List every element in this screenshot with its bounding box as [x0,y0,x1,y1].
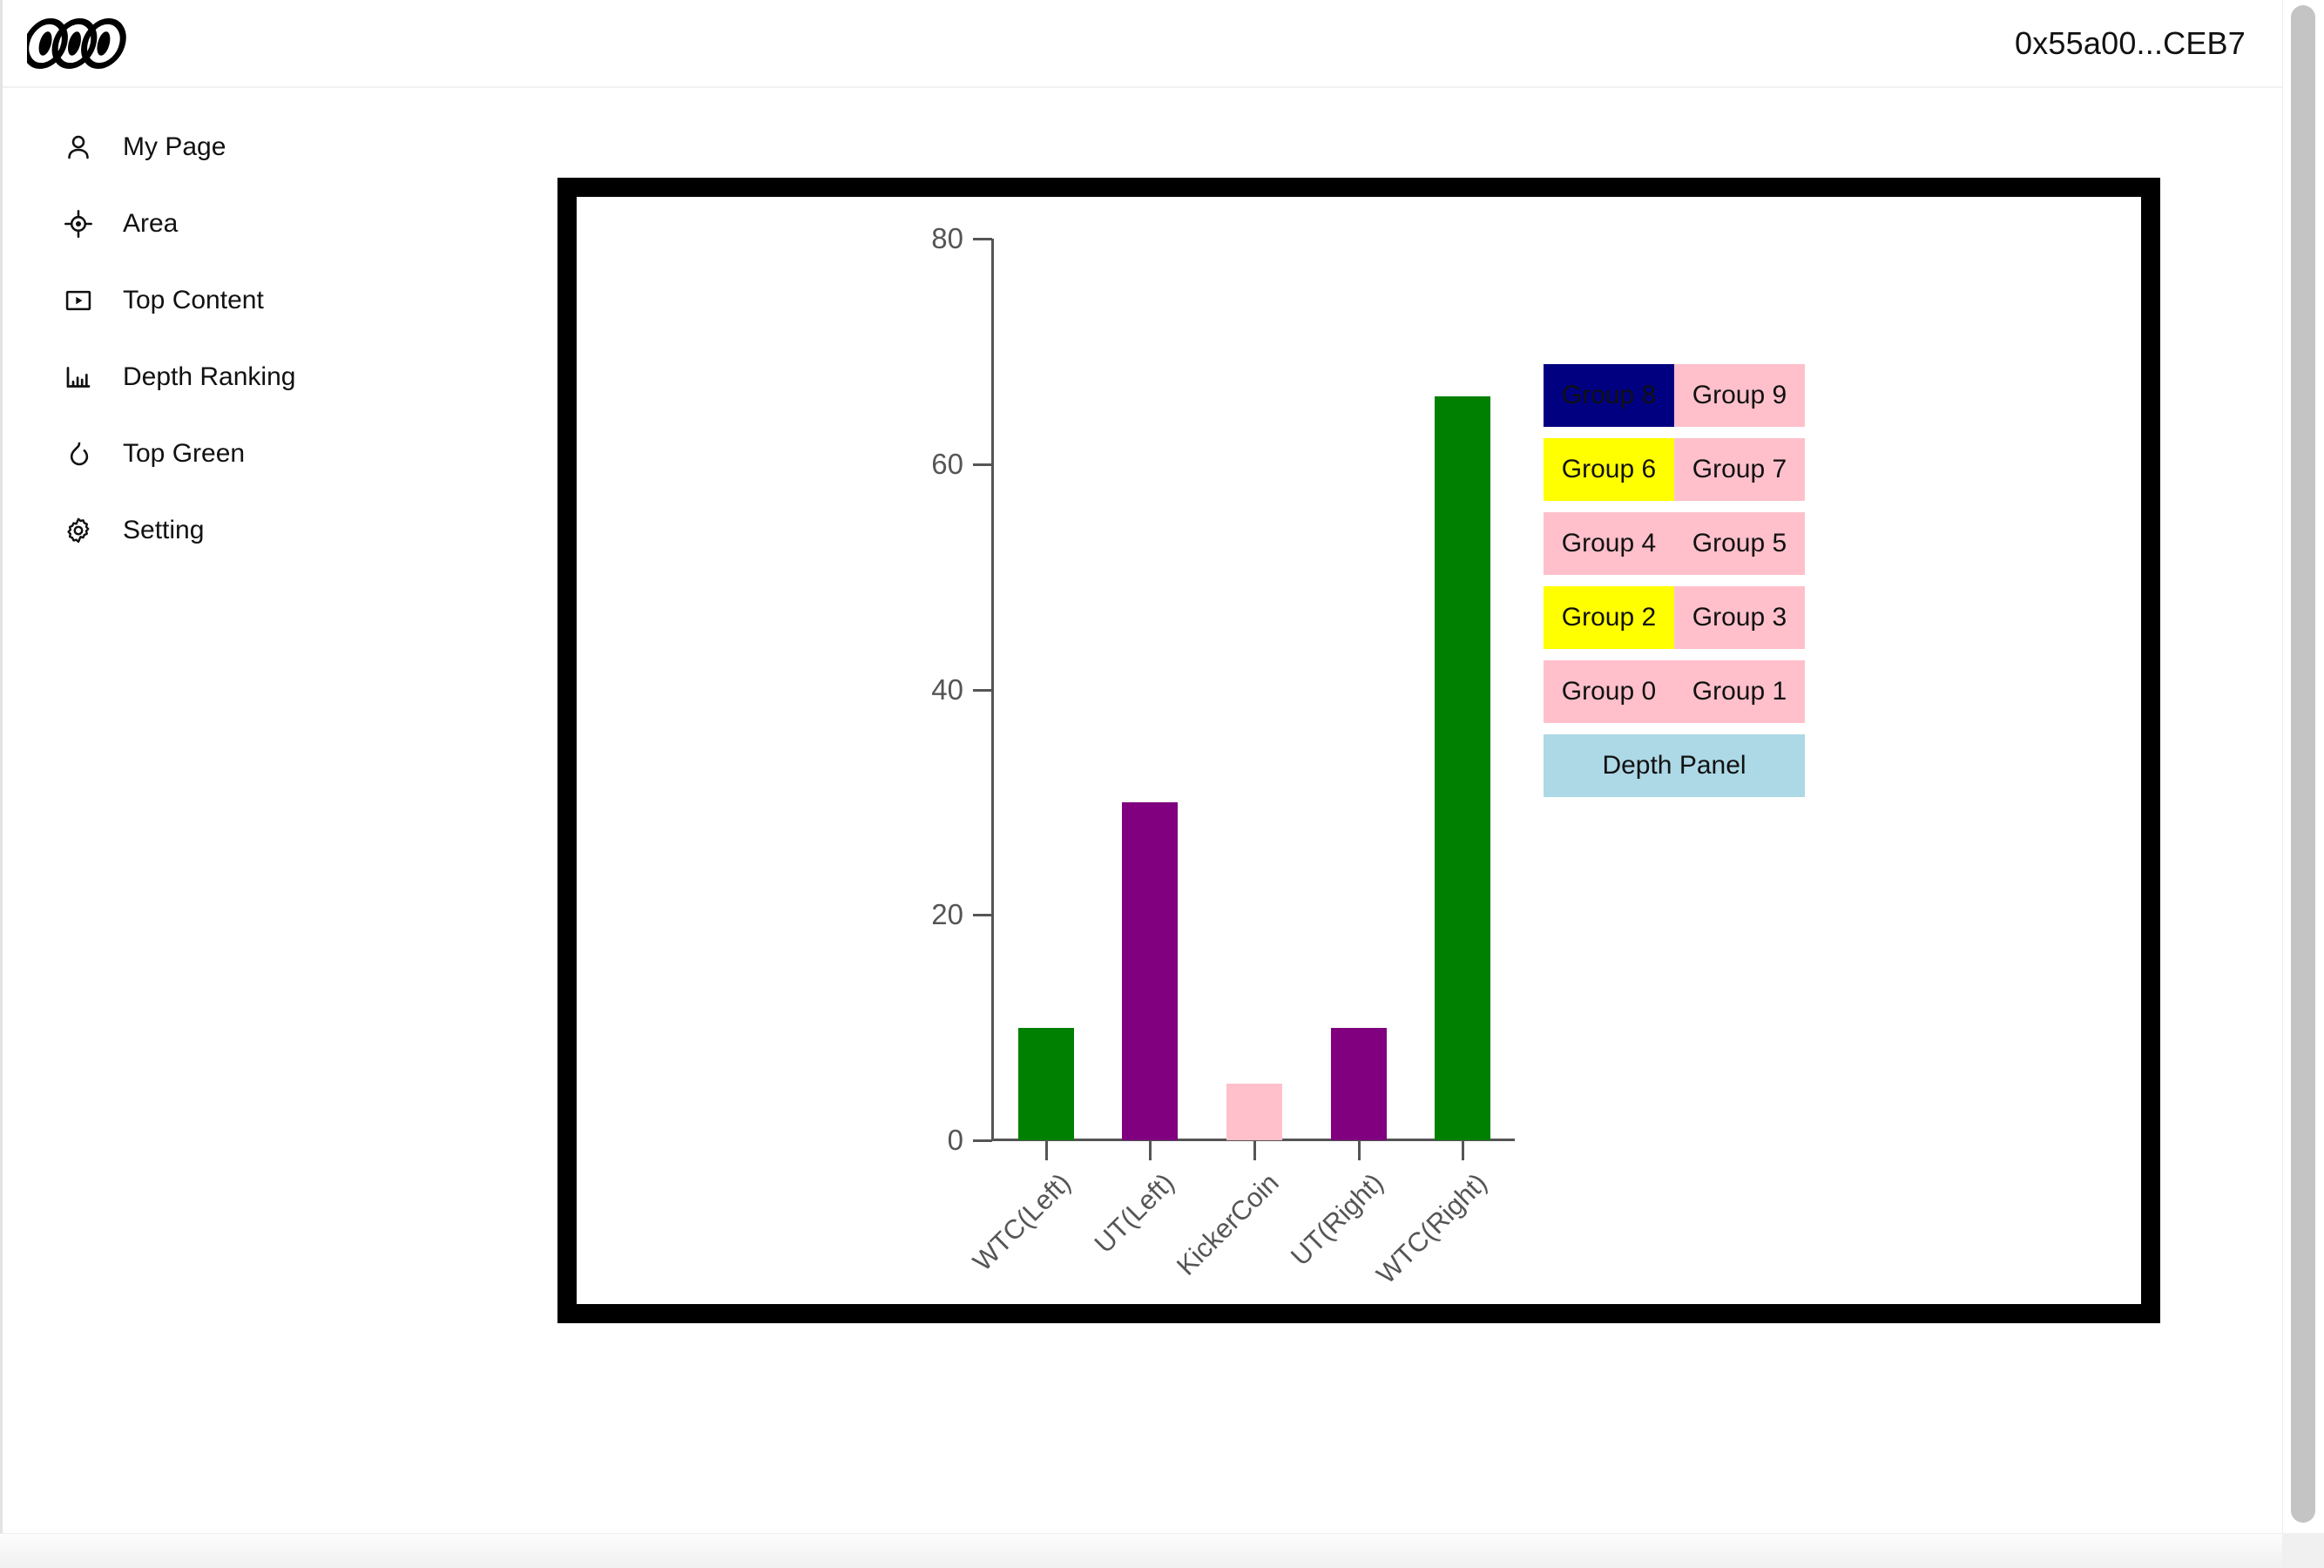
scrollbar-corner [2282,1533,2324,1568]
x-axis-tick [1253,1141,1256,1160]
bar[interactable] [1122,801,1179,1140]
x-axis-tick-label: UT(Right) [1284,1167,1389,1272]
legend-row: Group 4 Group 5 [1544,512,1805,575]
play-square-icon [62,284,95,317]
sidebar-item-setting[interactable]: Setting [3,492,557,569]
bar[interactable] [1435,396,1491,1140]
chart-canvas[interactable]: 0 20 40 60 80 WTC(Left) UT(Left) KickerCoin UT(… [577,197,2141,1304]
sidebar-item-area[interactable]: Area [3,186,557,262]
legend-group-button[interactable]: Group 9 [1674,364,1805,427]
legend-group-button[interactable]: Group 1 [1674,660,1805,723]
sidebar-item-label: My Page [123,132,226,161]
depth-panel-button[interactable]: Depth Panel [1544,734,1805,797]
target-icon [62,207,95,240]
x-axis-tick [1044,1141,1048,1160]
main-content: 0 20 40 60 80 WTC(Left) UT(Left) KickerCoin UT(… [557,90,2282,1533]
legend-row: Group 8 Group 9 [1544,364,1805,427]
bar[interactable] [1226,1084,1282,1140]
bar-series [994,239,1515,1140]
legend-group-button[interactable]: Group 0 [1544,660,1674,723]
x-axis-tick [1149,1141,1152,1160]
x-axis-tick-label: WTC(Right) [1370,1167,1493,1290]
app-header: 0x55a00...CEB7 [3,0,2282,88]
vertical-scrollbar[interactable] [2282,0,2324,1533]
group-legend-panel: Group 8 Group 9 Group 6 Group 7 Group 4 Group… [1544,364,1805,797]
odd-logo-icon[interactable] [27,17,130,71]
wallet-address[interactable]: 0x55a00...CEB7 [2015,25,2249,62]
sidebar: My Page Area Top Content Depth Ranking T… [3,90,557,1533]
bar-chart-plot: 0 20 40 60 80 WTC(Left) UT(Left) KickerCoin UT(… [577,197,2141,1304]
sidebar-item-top-green[interactable]: Top Green [3,416,557,492]
user-icon [62,131,95,164]
legend-row: Group 2 Group 3 [1544,586,1805,649]
legend-row: Group 6 Group 7 [1544,438,1805,501]
sidebar-item-label: Top Green [123,439,246,468]
legend-group-button[interactable]: Group 7 [1674,438,1805,501]
sidebar-item-label: Top Content [123,286,264,314]
y-axis-tick-label: 40 [931,672,963,706]
sidebar-item-depth-ranking[interactable]: Depth Ranking [3,339,557,416]
legend-group-button[interactable]: Group 5 [1674,512,1805,575]
legend-row: Group 0 Group 1 [1544,660,1805,723]
y-axis-tick-label: 60 [931,447,963,480]
legend-group-button[interactable]: Group 8 [1544,364,1674,427]
x-axis-tick-label: KickerCoin [1171,1167,1285,1281]
sidebar-item-label: Depth Ranking [123,362,296,391]
gear-icon [62,514,95,547]
sidebar-item-my-page[interactable]: My Page [3,109,557,186]
flame-icon [62,437,95,470]
x-axis-tick-label: UT(Left) [1089,1167,1181,1260]
chart-frame: 0 20 40 60 80 WTC(Left) UT(Left) KickerCoin UT(… [557,178,2160,1323]
sidebar-item-top-content[interactable]: Top Content [3,262,557,339]
legend-group-button[interactable]: Group 2 [1544,586,1674,649]
app-root: 0x55a00...CEB7 My Page Area Top Content … [0,0,2324,1568]
horizontal-scrollbar[interactable] [0,1533,2324,1568]
legend-group-button[interactable]: Group 3 [1674,586,1805,649]
y-axis-tick-label: 80 [931,222,963,254]
vertical-scrollbar-thumb[interactable] [2291,5,2315,1523]
sidebar-item-label: Setting [123,516,205,544]
y-axis-tick-label: 20 [931,898,963,931]
x-axis-tick [1462,1141,1465,1160]
legend-group-button[interactable]: Group 6 [1544,438,1674,501]
bar[interactable] [1017,1027,1074,1140]
x-axis-tick [1357,1141,1361,1160]
y-axis-tick-label: 0 [947,1124,963,1156]
y-axis-tick-labels: 0 20 40 60 80 [577,197,991,1304]
bar[interactable] [1330,1027,1387,1140]
sidebar-item-label: Area [123,209,179,238]
bar-chart-icon [62,361,95,394]
legend-group-button[interactable]: Group 4 [1544,512,1674,575]
